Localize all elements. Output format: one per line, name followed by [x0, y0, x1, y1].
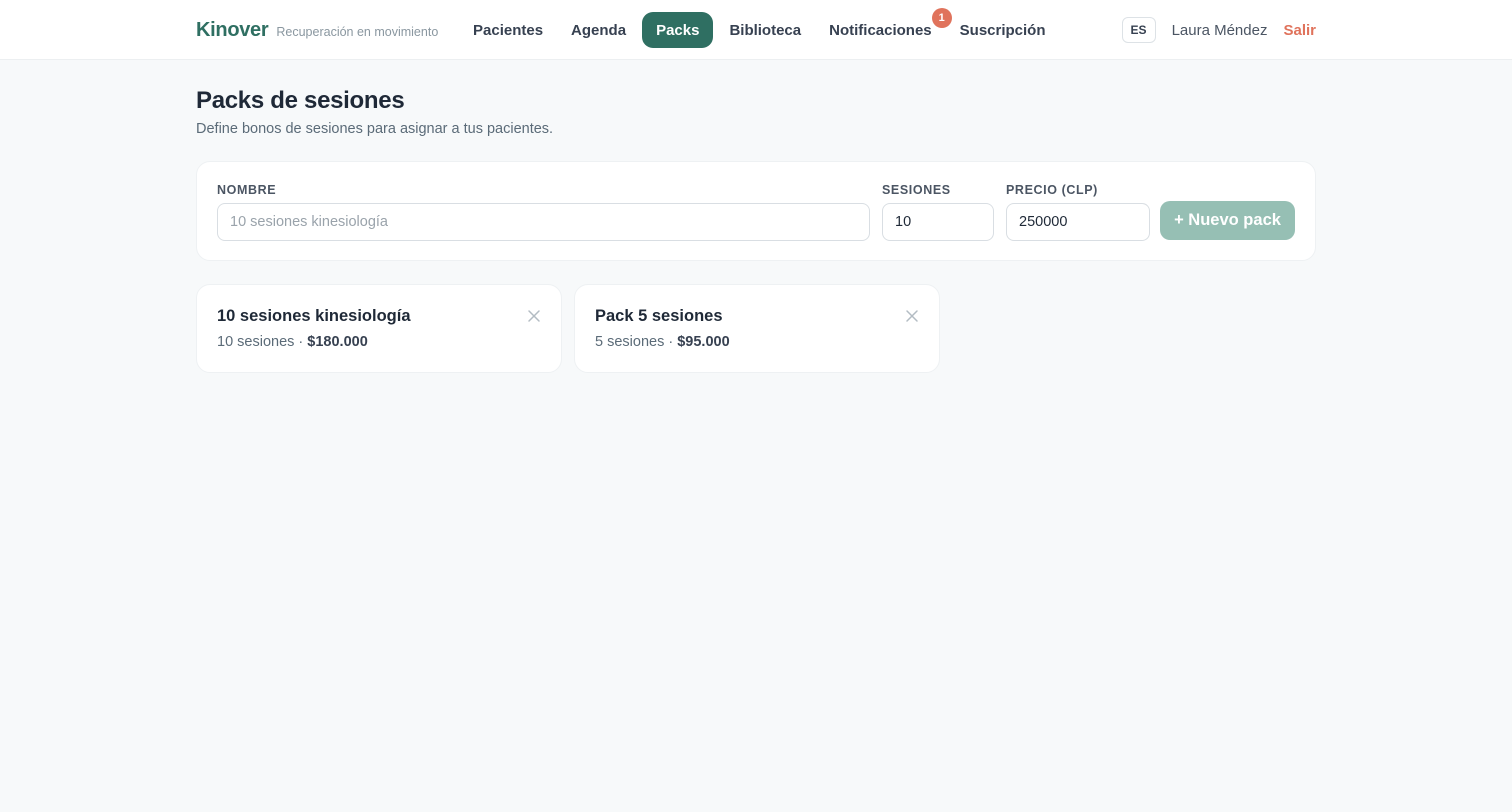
brand-tagline: Recuperación en movimiento — [276, 25, 439, 39]
nav-item-suscripcion[interactable]: Suscripción — [946, 12, 1060, 48]
price-field: PRECIO (CLP) — [1006, 183, 1150, 241]
pack-name: 10 sesiones kinesiología — [217, 307, 411, 325]
main-content: Packs de sesiones Define bonos de sesion… — [196, 60, 1316, 373]
page-subtitle: Define bonos de sesiones para asignar a … — [196, 121, 554, 137]
nav-item-packs[interactable]: Packs — [642, 12, 714, 48]
user-area: ES Laura Méndez Salir — [1121, 0, 1316, 60]
logout-link[interactable]: Salir — [1283, 22, 1316, 39]
pack-sessions: 10 sesiones — [217, 334, 295, 350]
brand[interactable]: Kinover Recuperación en movimiento — [196, 0, 438, 60]
nav-item-biblioteca[interactable]: Biblioteca — [715, 12, 815, 48]
nav-item-notificaciones[interactable]: Notificaciones 1 — [815, 8, 952, 48]
close-icon[interactable] — [905, 309, 919, 323]
pack-separator: · — [294, 334, 308, 350]
pack-price: $95.000 — [677, 334, 730, 350]
brand-logo[interactable]: Kinover — [196, 19, 269, 42]
page-title: Packs de sesiones — [196, 87, 405, 114]
user-name: Laura Méndez — [1171, 21, 1268, 39]
price-field-label: PRECIO (CLP) — [1006, 183, 1098, 197]
language-switch-button[interactable]: ES — [1121, 17, 1156, 43]
main-nav: Pacientes Agenda Packs Biblioteca Notifi… — [459, 8, 1060, 48]
sessions-field-label: SESIONES — [882, 183, 951, 197]
new-pack-button[interactable]: + Nuevo pack — [1160, 201, 1295, 240]
pack-name: Pack 5 sesiones — [595, 307, 723, 325]
sessions-field: SESIONES — [882, 183, 994, 241]
pack-separator: · — [664, 334, 678, 350]
new-pack-form: NOMBRE SESIONES PRECIO (CLP) + Nuevo pac… — [196, 161, 1316, 261]
nav-item-agenda[interactable]: Agenda — [557, 12, 640, 48]
top-navigation-bar: Kinover Recuperación en movimiento Pacie… — [0, 0, 1512, 60]
pack-details: 10 sesiones · $180.000 — [217, 334, 541, 350]
pack-card: Pack 5 sesiones 5 sesiones · $95.000 — [574, 284, 940, 373]
sessions-input[interactable] — [882, 203, 994, 241]
name-input[interactable] — [217, 203, 870, 241]
pack-card: 10 sesiones kinesiología 10 sesiones · $… — [196, 284, 562, 373]
pack-sessions: 5 sesiones — [595, 334, 665, 350]
name-field: NOMBRE — [217, 183, 870, 241]
pack-details: 5 sesiones · $95.000 — [595, 334, 919, 350]
pack-price: $180.000 — [307, 334, 368, 350]
nav-item-pacientes[interactable]: Pacientes — [459, 12, 557, 48]
name-field-label: NOMBRE — [217, 183, 277, 197]
nav-item-notificaciones-label: Notificaciones — [829, 21, 932, 39]
close-icon[interactable] — [527, 309, 541, 323]
pack-list: 10 sesiones kinesiología 10 sesiones · $… — [196, 284, 1316, 373]
price-input[interactable] — [1006, 203, 1150, 241]
